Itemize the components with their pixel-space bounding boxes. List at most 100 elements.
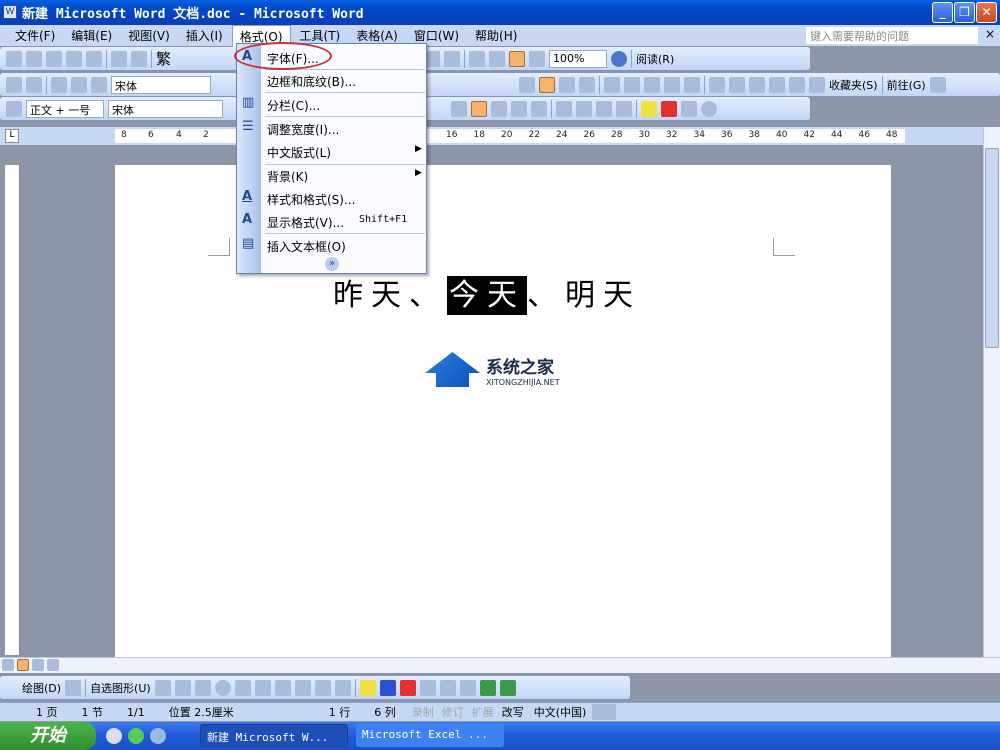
autoshapes-button[interactable]: 自选图形(U) [90, 680, 151, 696]
help-icon[interactable] [611, 50, 628, 67]
status-ext[interactable]: 扩展 [468, 704, 498, 720]
columns-icon[interactable] [469, 50, 486, 67]
menu-help[interactable]: 帮助(H) [468, 25, 524, 46]
home-icon[interactable] [789, 76, 805, 93]
menu-item-background[interactable]: 背景(K) ▶ [267, 168, 422, 185]
vertical-textbox-icon[interactable] [254, 679, 271, 696]
print-icon[interactable] [111, 50, 127, 67]
phonetic-icon[interactable] [684, 76, 700, 93]
quicklaunch-icon[interactable] [150, 728, 166, 744]
normal-view-icon[interactable] [2, 659, 14, 671]
menu-item-insert-textbox[interactable]: 插入文本框(O) [267, 238, 346, 255]
status-ovr[interactable]: 改写 [498, 704, 528, 720]
save-icon[interactable] [6, 76, 22, 93]
favorites-button[interactable]: 收藏夹(S) [829, 77, 878, 93]
insert-excel-icon[interactable] [444, 50, 461, 67]
taskbar-word[interactable]: 新建 Microsoft W... [200, 724, 348, 747]
styles-pane-icon[interactable] [6, 100, 22, 117]
decrease-indent-icon[interactable] [596, 100, 612, 117]
menu-item-asian-layout[interactable]: 中文版式(L) ▶ [267, 144, 422, 161]
align-left-icon[interactable] [451, 100, 467, 117]
ie-icon[interactable] [106, 728, 122, 744]
paste-icon[interactable] [91, 76, 107, 93]
close-button[interactable]: ✕ [976, 2, 997, 23]
bullets-icon[interactable] [624, 76, 640, 93]
numbering-icon[interactable] [604, 76, 620, 93]
reading-view-icon[interactable] [47, 659, 59, 671]
align-left-icon[interactable] [519, 76, 535, 93]
fill-color-icon[interactable] [359, 679, 376, 696]
rectangle-icon[interactable] [194, 679, 211, 696]
scroll-thumb[interactable] [985, 148, 999, 348]
word-app-icon[interactable]: W [3, 5, 17, 19]
document-text[interactable]: 昨天、今天、明天 [333, 270, 641, 315]
justify-icon[interactable] [579, 76, 595, 93]
copy-icon[interactable] [71, 76, 87, 93]
decrease-indent-icon[interactable] [644, 76, 660, 93]
show-web-toolbar-icon[interactable] [929, 76, 946, 93]
selected-text[interactable]: 今天 [447, 276, 527, 315]
expand-menu-icon[interactable]: » [325, 257, 339, 271]
show-hide-icon[interactable] [529, 50, 546, 67]
permission-icon[interactable] [66, 50, 82, 67]
align-center-icon[interactable] [539, 76, 555, 93]
horizontal-scrollbar[interactable] [0, 657, 1000, 673]
status-rec[interactable]: 录制 [408, 704, 438, 720]
align-right-icon[interactable] [491, 100, 507, 117]
highlight-icon[interactable] [641, 100, 657, 117]
line-spacing-icon[interactable] [531, 100, 547, 117]
save-icon[interactable] [46, 50, 62, 67]
dash-style-icon[interactable] [439, 679, 456, 696]
zoom-combo[interactable]: 100% [549, 49, 608, 68]
status-trk[interactable]: 修订 [438, 704, 468, 720]
help-search-input[interactable]: 键入需要帮助的问题 [806, 27, 978, 44]
read-button[interactable]: 阅读(R) [636, 51, 674, 67]
bullets-icon[interactable] [576, 100, 592, 117]
outline-view-icon[interactable] [32, 659, 44, 671]
shadow-icon[interactable] [479, 679, 496, 696]
print-preview-icon[interactable] [131, 50, 147, 67]
picture-icon[interactable] [334, 679, 351, 696]
oval-icon[interactable] [214, 679, 231, 696]
menu-item-fit-width[interactable]: 调整宽度(I)... [267, 121, 339, 138]
style-combo[interactable]: 正文 + 一号 [26, 99, 104, 118]
line-style-icon[interactable] [419, 679, 436, 696]
increase-indent-icon[interactable] [664, 76, 680, 93]
3d-icon[interactable] [499, 679, 516, 696]
menu-item-reveal-formatting[interactable]: 显示格式(V)... Shift+F1 [267, 214, 407, 231]
arrow-style-icon[interactable] [459, 679, 476, 696]
goto-button[interactable]: 前往(G) [887, 77, 926, 93]
menu-insert[interactable]: 插入(I) [179, 25, 230, 46]
menu-item-borders[interactable]: 边框和底纹(B)... [267, 73, 356, 90]
refresh-icon[interactable] [769, 76, 785, 93]
align-right-icon[interactable] [559, 76, 575, 93]
char-scaling-icon[interactable] [681, 100, 697, 117]
open-icon[interactable] [26, 50, 42, 67]
document-map-icon[interactable] [509, 50, 526, 67]
back-icon[interactable] [709, 76, 725, 93]
start-button[interactable]: 开始 [0, 722, 96, 750]
new-icon[interactable] [6, 50, 22, 67]
wordart-icon[interactable] [274, 679, 291, 696]
select-objects-icon[interactable] [65, 679, 82, 696]
print-icon[interactable] [26, 76, 42, 93]
numbering-icon[interactable] [556, 100, 572, 117]
diagram-icon[interactable] [294, 679, 311, 696]
menu-file[interactable]: 文件(F) [8, 25, 62, 46]
line-icon[interactable] [154, 679, 171, 696]
menu-item-styles[interactable]: 样式和格式(S)... [267, 191, 355, 208]
taskbar-excel[interactable]: Microsoft Excel ... [356, 724, 504, 747]
draw-menu-button[interactable]: 绘图(D) [22, 680, 61, 696]
clipart-icon[interactable] [314, 679, 331, 696]
textbox-icon[interactable] [234, 679, 251, 696]
line-color-icon[interactable] [379, 679, 396, 696]
arrow-icon[interactable] [174, 679, 191, 696]
stop-icon[interactable] [749, 76, 765, 93]
traditional-chinese-button[interactable]: 繁 [156, 48, 171, 69]
help-close-icon[interactable]: × [985, 27, 995, 41]
menu-edit[interactable]: 编辑(E) [64, 25, 119, 46]
enclose-char-icon[interactable] [701, 100, 717, 117]
menu-item-columns[interactable]: 分栏(C)... [267, 97, 320, 114]
minimize-button[interactable]: _ [932, 2, 953, 23]
font-combo[interactable]: 宋体 [111, 75, 211, 94]
